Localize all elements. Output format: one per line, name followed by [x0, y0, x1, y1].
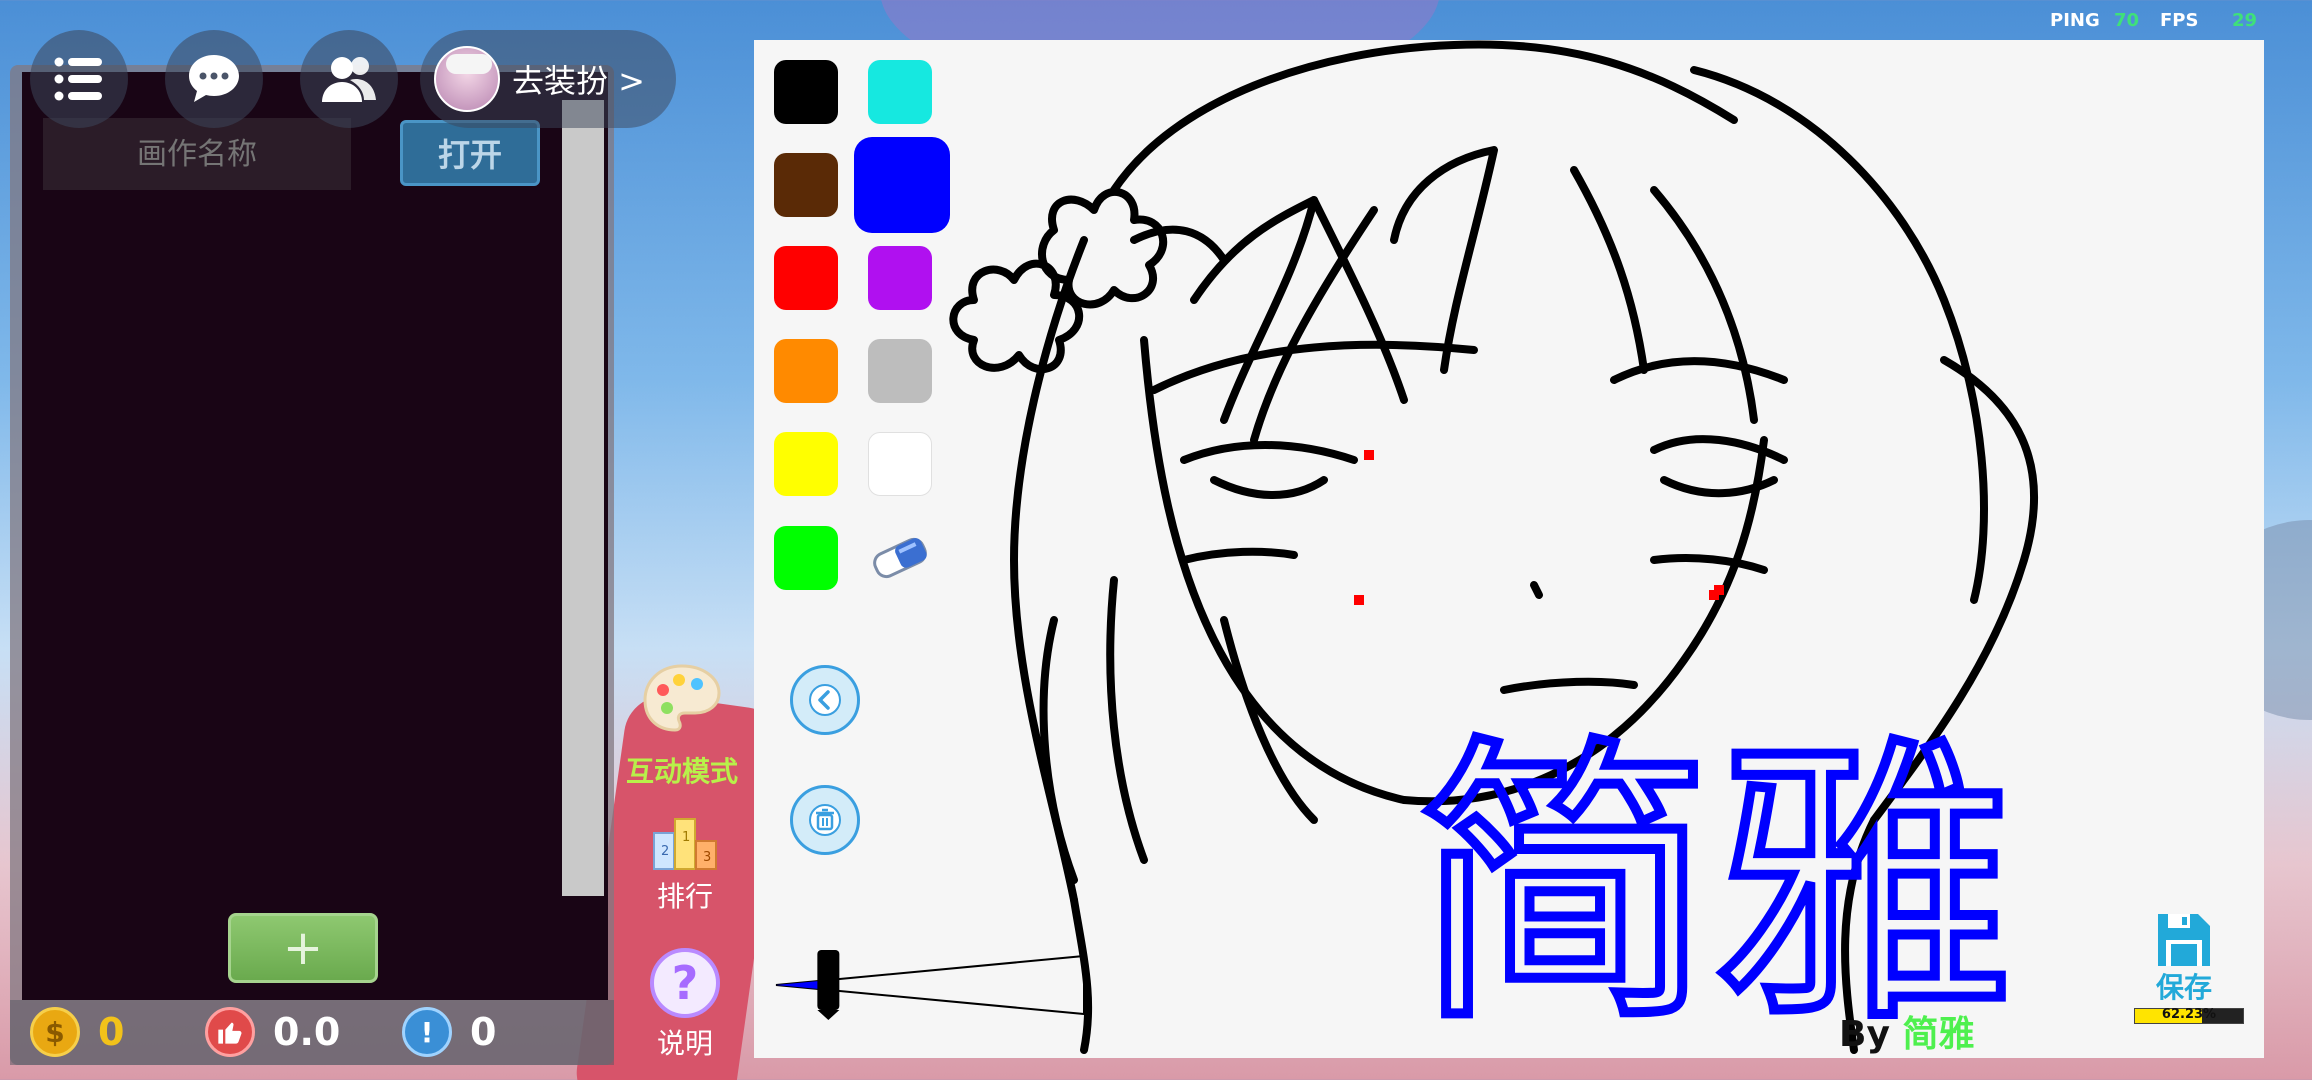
- help-label: 说明: [656, 1027, 713, 1060]
- podium-icon: 2 1 3: [653, 818, 717, 870]
- interactive-mode-label: 互动模式: [626, 755, 739, 788]
- color-swatch-black[interactable]: [774, 60, 838, 124]
- save-progress-text: 62.23%: [2161, 1007, 2217, 1022]
- color-swatch-red[interactable]: [774, 246, 838, 310]
- color-swatch-brown[interactable]: [774, 153, 838, 217]
- save-icon: [2158, 914, 2210, 966]
- drawing-list[interactable]: [22, 72, 608, 1000]
- help-button[interactable]: ? 说明: [650, 948, 720, 1062]
- interactive-mode-button[interactable]: 互动模式: [626, 660, 738, 790]
- save-button[interactable]: 保存: [2154, 910, 2214, 1006]
- svg-text:1: 1: [682, 830, 690, 845]
- ping-label: PING: [2050, 10, 2100, 31]
- color-swatch-blue[interactable]: [854, 137, 950, 233]
- sketch-strokes: 简雅: [949, 40, 2039, 1058]
- friends-icon: [322, 57, 376, 102]
- coin-count: 0: [98, 1010, 125, 1054]
- chat-bubble-icon: [189, 55, 239, 102]
- like-stat: 0.0: [205, 1004, 340, 1060]
- brush-size-slider[interactable]: [774, 950, 1094, 1020]
- undo-button[interactable]: [790, 665, 860, 735]
- menu-button[interactable]: [30, 30, 128, 128]
- svg-text:2: 2: [661, 844, 669, 859]
- dress-up-label: 去装扮 >: [512, 62, 645, 100]
- question-icon: ?: [650, 948, 720, 1018]
- trash-icon: [809, 804, 841, 836]
- color-swatch-yellow[interactable]: [774, 432, 838, 496]
- clear-canvas-button[interactable]: [790, 785, 860, 855]
- friends-button[interactable]: [300, 30, 398, 128]
- color-swatch-orange[interactable]: [774, 339, 838, 403]
- ranking-label: 排行: [656, 880, 713, 913]
- list-icon: [54, 57, 102, 101]
- coin-stat: $ 0: [30, 1004, 124, 1060]
- save-progress-bar: 62.23%: [2134, 1007, 2244, 1024]
- color-swatch-cyan[interactable]: [868, 60, 932, 124]
- fps-label: FPS: [2160, 10, 2199, 31]
- ranking-button[interactable]: 2 1 3 排行: [652, 815, 718, 915]
- avatar: [434, 46, 500, 112]
- brush-size-track: [775, 950, 1085, 1020]
- author-name: 简雅: [1902, 1014, 1975, 1055]
- brush-size-handle[interactable]: [817, 950, 840, 1020]
- color-swatch-green[interactable]: [774, 526, 838, 590]
- eraser-button[interactable]: [868, 532, 932, 588]
- list-scrollbar[interactable]: [562, 100, 604, 896]
- dress-up-button[interactable]: 去装扮 >: [420, 30, 676, 128]
- eraser-icon: [873, 537, 927, 579]
- author-signature: By 简雅: [1839, 1005, 1974, 1057]
- color-swatch-white[interactable]: [868, 432, 932, 496]
- undo-icon: [809, 684, 841, 716]
- report-count: 0: [470, 1010, 497, 1054]
- palette-icon: [643, 664, 721, 732]
- fps-value: 29: [2232, 10, 2258, 31]
- color-swatch-gray[interactable]: [868, 339, 932, 403]
- add-drawing-button[interactable]: +: [228, 913, 378, 983]
- thumbs-up-icon: [205, 1007, 255, 1057]
- open-button[interactable]: 打开: [400, 120, 540, 186]
- coin-icon: $: [30, 1007, 80, 1057]
- svg-text:3: 3: [703, 850, 711, 865]
- like-score: 0.0: [273, 1010, 341, 1054]
- color-swatch-purple[interactable]: [868, 246, 932, 310]
- drawing-name-input[interactable]: [43, 118, 351, 190]
- report-stat: ! 0: [402, 1004, 496, 1060]
- save-label: 保存: [2155, 971, 2212, 1004]
- chat-button[interactable]: [165, 30, 263, 128]
- exclamation-icon: !: [402, 1007, 452, 1057]
- drawing-canvas[interactable]: 简雅 By 简雅 保存 62.23%: [754, 40, 2264, 1058]
- author-prefix: By: [1839, 1014, 1890, 1055]
- ping-value: 70: [2114, 10, 2140, 31]
